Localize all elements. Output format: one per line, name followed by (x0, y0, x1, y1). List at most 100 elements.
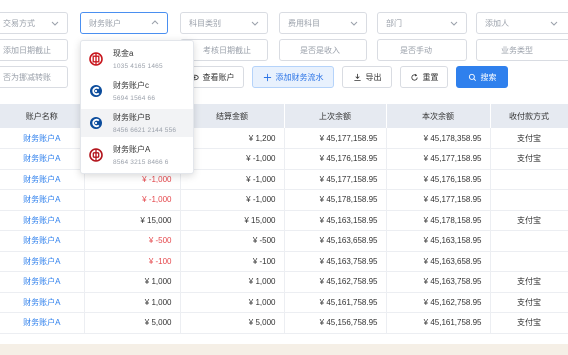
curr-balance-cell: ¥ 45,176,158.95 (386, 169, 491, 190)
settle-amount-cell: ¥ -1,000 (180, 169, 285, 190)
curr-balance-cell: ¥ 45,162,758.95 (386, 292, 491, 313)
curr-balance-cell: ¥ 45,163,758.95 (386, 271, 491, 293)
expense-subject-select[interactable]: 费用科目 (279, 12, 367, 34)
settle-amount-cell: ¥ -1,000 (180, 148, 285, 170)
select-placeholder: 添加人 (485, 18, 509, 28)
payment-method-cell (490, 251, 568, 272)
curr-balance-cell: ¥ 45,177,158.95 (386, 148, 491, 170)
chevron-down-icon (450, 21, 458, 26)
account-name-link[interactable]: 财务账户A (0, 210, 85, 231)
export-button[interactable]: 导出 (342, 66, 392, 88)
account-name-link[interactable]: 财务账户A (0, 230, 85, 252)
button-label: 添加财务流水 (275, 72, 324, 82)
settle-amount-cell: ¥ 1,000 (180, 292, 285, 313)
column-header-settle[interactable]: 结算金额 (180, 104, 285, 128)
subject-category-select[interactable]: 科目类别 (180, 12, 268, 34)
curr-balance-cell: ¥ 45,163,658.95 (386, 251, 491, 272)
input-placeholder: 添加日期截止 (3, 45, 51, 55)
finance-account-select[interactable]: 财务账户 (80, 12, 168, 34)
curr-balance-cell: ¥ 45,161,758.95 (386, 312, 491, 334)
prev-balance-cell: ¥ 45,178,158.95 (284, 189, 387, 211)
account-name-link[interactable]: 财务账户A (0, 271, 85, 293)
select-placeholder: 费用科目 (288, 18, 320, 28)
boc-logo-icon (89, 148, 103, 162)
prev-balance-cell: ¥ 45,163,658.95 (284, 230, 387, 252)
prev-balance-cell: ¥ 45,163,158.95 (284, 210, 387, 231)
account-name-link[interactable]: 财务账户A (0, 189, 85, 211)
download-icon (353, 73, 361, 81)
option-number: 5694 1564 66 (113, 95, 156, 102)
payment-method-cell: 支付宝 (490, 128, 568, 149)
table-row[interactable]: 财务账户A ¥ 5,000 ¥ 5,000 ¥ 45,156,758.95 ¥ 45,1… (0, 312, 568, 334)
chevron-down-icon (51, 21, 59, 26)
payment-method-cell: 支付宝 (490, 148, 568, 170)
added-by-select[interactable]: 添加人 (476, 12, 568, 34)
account-name-link[interactable]: 财务账户A (0, 251, 85, 272)
payment-method-cell: 支付宝 (490, 210, 568, 231)
plus-icon (263, 73, 271, 81)
amount-cell: ¥ 1,000 (84, 292, 181, 313)
table-row[interactable]: 财务账户A ¥ -1,000 ¥ -1,000 ¥ 45,178,158.95 ¥ 45… (0, 189, 568, 211)
reset-button[interactable]: 重置 (400, 66, 448, 88)
dropdown-option-selected[interactable]: 财务账户B 8456 6621 2144 556 (81, 109, 193, 137)
select-placeholder: 部门 (386, 18, 402, 28)
department-select[interactable]: 部门 (377, 12, 467, 34)
table-row[interactable]: 财务账户A ¥ 15,000 ¥ 15,000 ¥ 45,163,158.95 ¥ 45… (0, 210, 568, 231)
table-row[interactable]: 财务账户A ¥ 1,000 ¥ 1,000 ¥ 45,161,758.95 ¥ 45,1… (0, 292, 568, 313)
added-date-end[interactable]: 添加日期截止 (0, 39, 68, 61)
input-placeholder: 考核日期截止 (203, 45, 251, 55)
account-name-link[interactable]: 财务账户A (0, 128, 85, 149)
button-label: 搜索 (480, 72, 497, 82)
curr-balance-cell: ¥ 45,178,358.95 (386, 128, 491, 149)
account-name-link[interactable]: 财务账户A (0, 292, 85, 313)
dropdown-option[interactable]: 财务账户c 5694 1564 66 (81, 77, 193, 105)
finance-account-dropdown: 现金a 1035 4165 1465 财务账户c 5694 1564 66 财务账户… (80, 40, 194, 174)
dropdown-option[interactable]: 现金a 1035 4165 1465 (81, 45, 193, 73)
option-number: 8564 3215 8466 6 (113, 159, 169, 166)
account-name-link[interactable]: 财务账户A (0, 312, 85, 334)
chevron-up-icon (151, 20, 159, 25)
is-manual-select[interactable]: 是否手动 (377, 39, 467, 61)
search-button[interactable]: 搜索 (456, 66, 508, 88)
prev-balance-cell: ¥ 45,162,758.95 (284, 271, 387, 293)
payment-method-cell: 支付宝 (490, 292, 568, 313)
column-header-curr-balance[interactable]: 本次余额 (386, 104, 491, 128)
settle-amount-cell: ¥ 5,000 (180, 312, 285, 334)
column-header-payment-method[interactable]: 收付款方式 (490, 104, 568, 128)
transaction-method-select[interactable]: 交易方式 (0, 12, 68, 34)
business-type-select[interactable]: 业务类型 (476, 39, 568, 61)
prev-balance-cell: ¥ 45,177,158.95 (284, 128, 387, 149)
settle-amount-cell: ¥ -100 (180, 251, 285, 272)
account-name-link[interactable]: 财务账户A (0, 148, 85, 170)
amount-cell: ¥ -1,000 (84, 189, 181, 211)
add-finance-flow-button[interactable]: 添加财务流水 (252, 66, 334, 88)
select-placeholder: 科目类别 (189, 18, 221, 28)
column-header-prev-balance[interactable]: 上次余额 (284, 104, 387, 128)
prev-balance-cell: ¥ 45,176,158.95 (284, 148, 387, 170)
column-header-account[interactable]: 账户名称 (0, 104, 85, 128)
option-number: 1035 4165 1465 (113, 63, 163, 70)
settle-amount-cell: ¥ 15,000 (180, 210, 285, 231)
curr-balance-cell: ¥ 45,178,158.95 (386, 210, 491, 231)
table-row[interactable]: 财务账户A ¥ 1,000 ¥ 1,000 ¥ 45,162,758.95 ¥ 45,1… (0, 271, 568, 293)
option-name: 财务账户B (113, 113, 151, 122)
account-name-link[interactable]: 财务账户A (0, 169, 85, 190)
is-transfer-select[interactable]: 否为挪减转账 (0, 66, 68, 88)
select-placeholder: 是否是收入 (300, 45, 340, 55)
dropdown-option[interactable]: 财务账户A 8564 3215 8466 6 (81, 141, 193, 169)
select-placeholder: 业务类型 (501, 45, 533, 55)
settle-amount-cell: ¥ -1,000 (180, 189, 285, 211)
settle-amount-cell: ¥ 1,200 (180, 128, 285, 149)
table-row[interactable]: 财务账户A ¥ -100 ¥ -100 ¥ 45,163,758.95 ¥ 45,163… (0, 251, 568, 272)
button-label: 查看账户 (202, 72, 235, 82)
payment-method-cell (490, 169, 568, 190)
button-label: 重置 (422, 72, 439, 82)
option-name: 财务账户A (113, 145, 151, 154)
payment-method-cell (490, 230, 568, 252)
is-income-select[interactable]: 是否是收入 (279, 39, 367, 61)
payment-method-cell: 支付宝 (490, 271, 568, 293)
ccb-logo-icon (90, 117, 102, 129)
table-row[interactable]: 财务账户A ¥ -500 ¥ -500 ¥ 45,163,658.95 ¥ 45,163… (0, 230, 568, 252)
option-number: 8456 6621 2144 556 (113, 127, 177, 134)
settle-amount-cell: ¥ 1,000 (180, 271, 285, 293)
